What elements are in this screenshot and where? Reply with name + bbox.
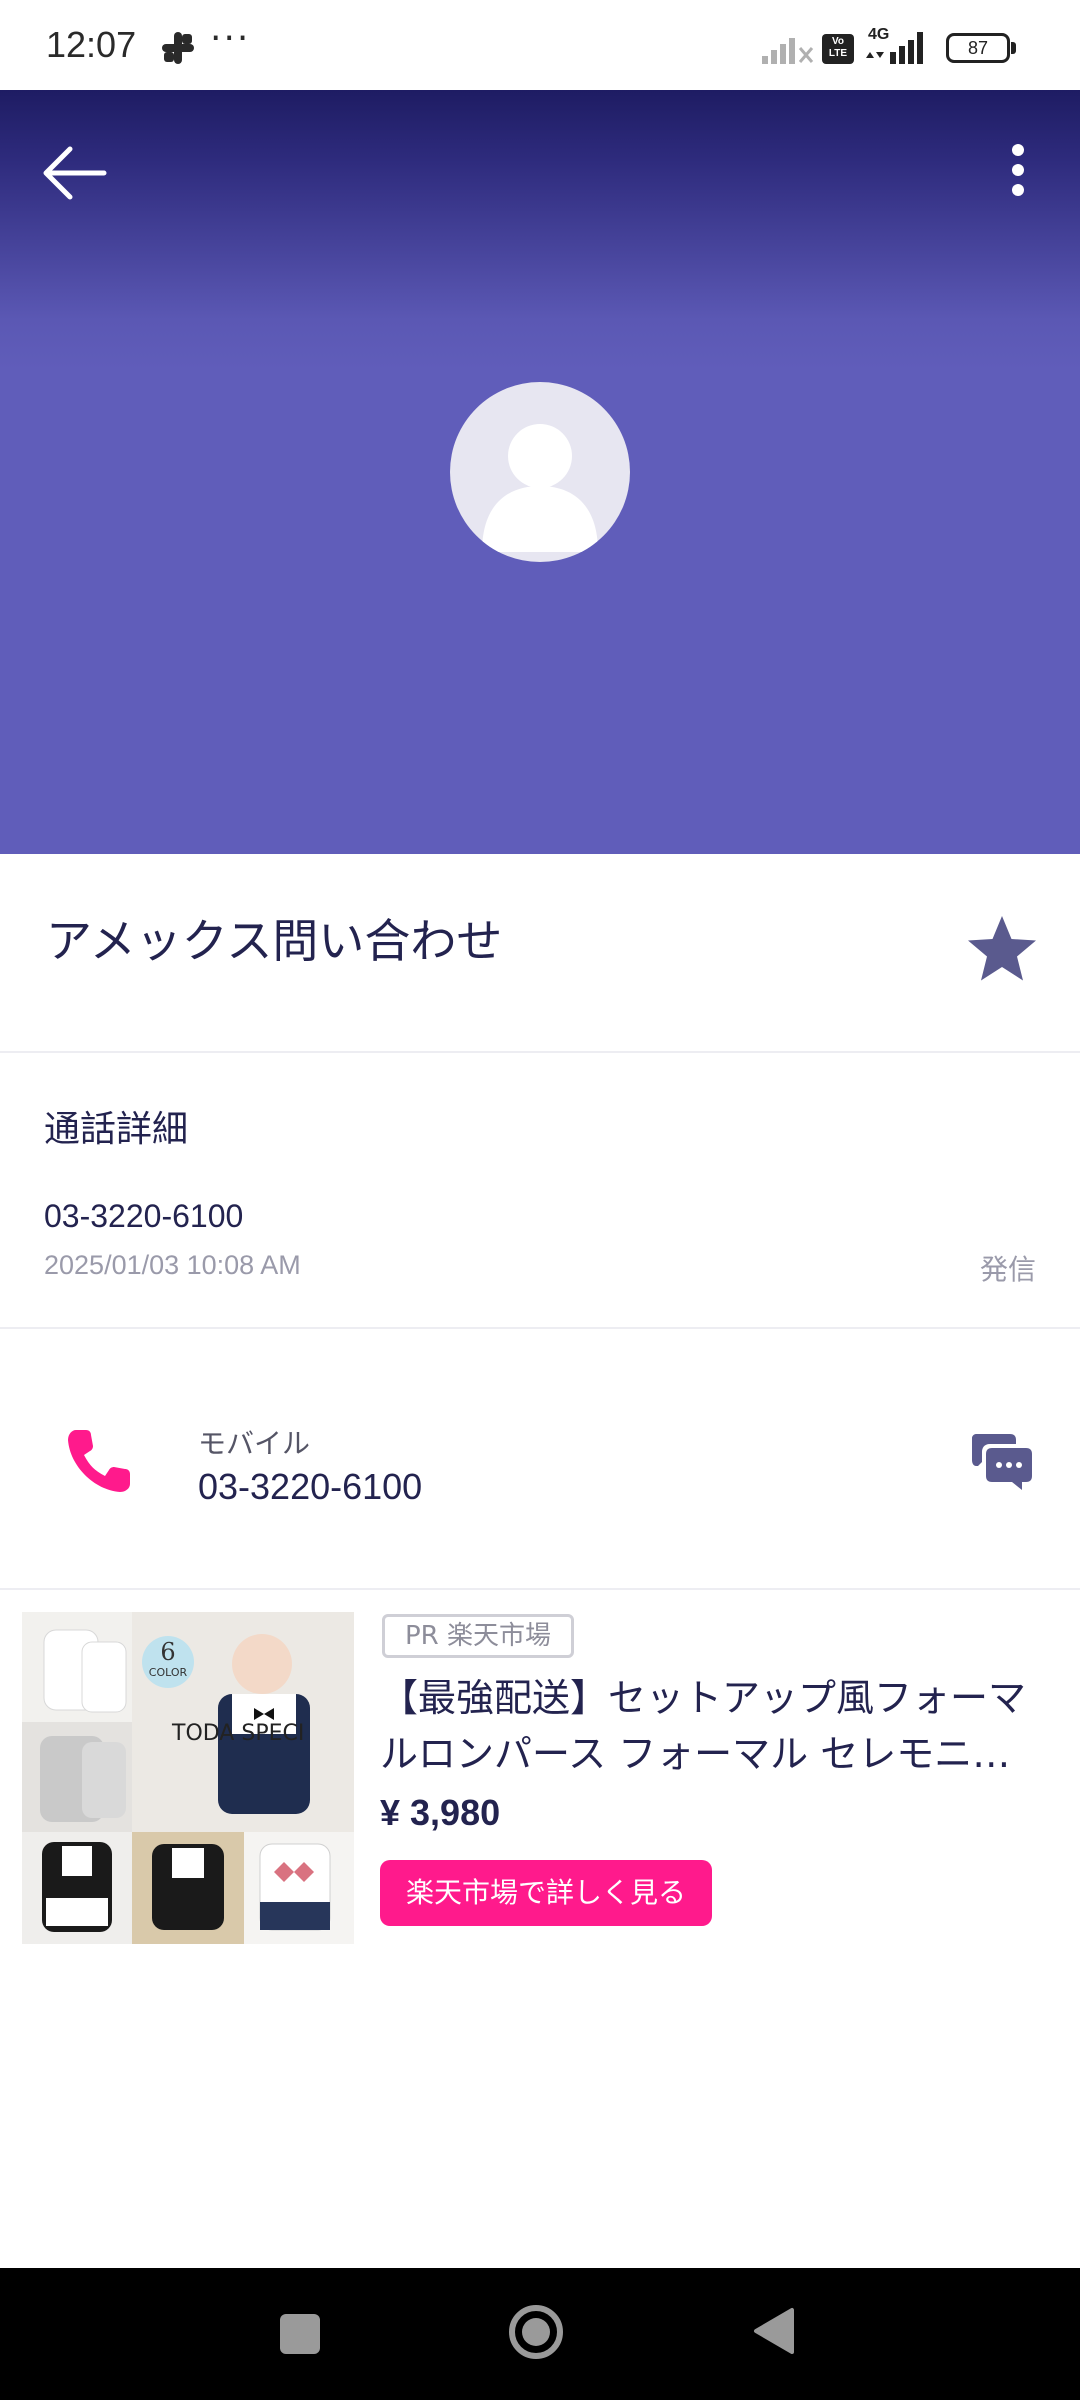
battery-icon: 87 — [946, 33, 1010, 63]
home-button[interactable] — [508, 2304, 564, 2360]
signal-no-sim-icon — [762, 38, 814, 64]
more-options-icon[interactable] — [978, 130, 1058, 220]
call-number: 03-3220-6100 — [44, 1198, 244, 1234]
ad-sponsor-badge: PR 楽天市場 — [382, 1614, 575, 1658]
divider — [0, 1051, 1080, 1053]
recents-button[interactable] — [280, 2314, 320, 2354]
battery-level: 87 — [967, 38, 989, 58]
baby-romper-photo: 6 COLOR TODA SPECI — [22, 1612, 354, 1944]
message-icon[interactable] — [970, 1428, 1034, 1492]
battery-tip — [1011, 42, 1016, 54]
volte-icon: Vo LTE — [822, 34, 854, 64]
back-arrow-icon[interactable] — [30, 128, 120, 218]
phone-type-label: モバイル — [198, 1427, 311, 1460]
ad-price: ¥ 3,980 — [380, 1792, 501, 1833]
call-timestamp: 2025/01/03 10:08 AM — [44, 1250, 301, 1280]
ad-image-tag-number: 6 — [160, 1638, 175, 1666]
ad-image-tag-word: COLOR — [149, 1666, 188, 1679]
signal-strength-icon — [866, 32, 923, 64]
contact-header — [0, 90, 1080, 854]
status-bar: 12:07 ··· Vo LTE 4G 87 — [0, 0, 1080, 90]
call-detail-title: 通話詳細 — [44, 1109, 189, 1150]
slack-icon — [162, 32, 194, 64]
star-icon[interactable] — [962, 910, 1042, 990]
contact-name: アメックス問い合わせ — [46, 914, 503, 968]
call-type: 発信 — [979, 1253, 1036, 1286]
system-nav-bar — [0, 2268, 1080, 2400]
system-back-button[interactable] — [752, 2306, 796, 2356]
ad-product-image[interactable]: 6 COLOR TODA SPECI — [22, 1612, 354, 1944]
more-notifications-icon: ··· — [210, 18, 251, 59]
ad-title[interactable]: 【最強配送】セットアップ風フォーマルロンパース フォーマル セレモニ… — [380, 1670, 1050, 1782]
avatar — [450, 382, 630, 562]
phone-call-icon[interactable] — [62, 1424, 136, 1498]
default-person-icon — [482, 424, 598, 552]
phone-number[interactable]: 03-3220-6100 — [198, 1466, 422, 1508]
divider — [0, 1327, 1080, 1329]
divider — [0, 1588, 1080, 1590]
ad-image-text: TODA SPECI — [171, 1721, 304, 1746]
ad-cta-button[interactable]: 楽天市場で詳しく見る — [380, 1860, 712, 1926]
status-time: 12:07 — [46, 24, 137, 65]
